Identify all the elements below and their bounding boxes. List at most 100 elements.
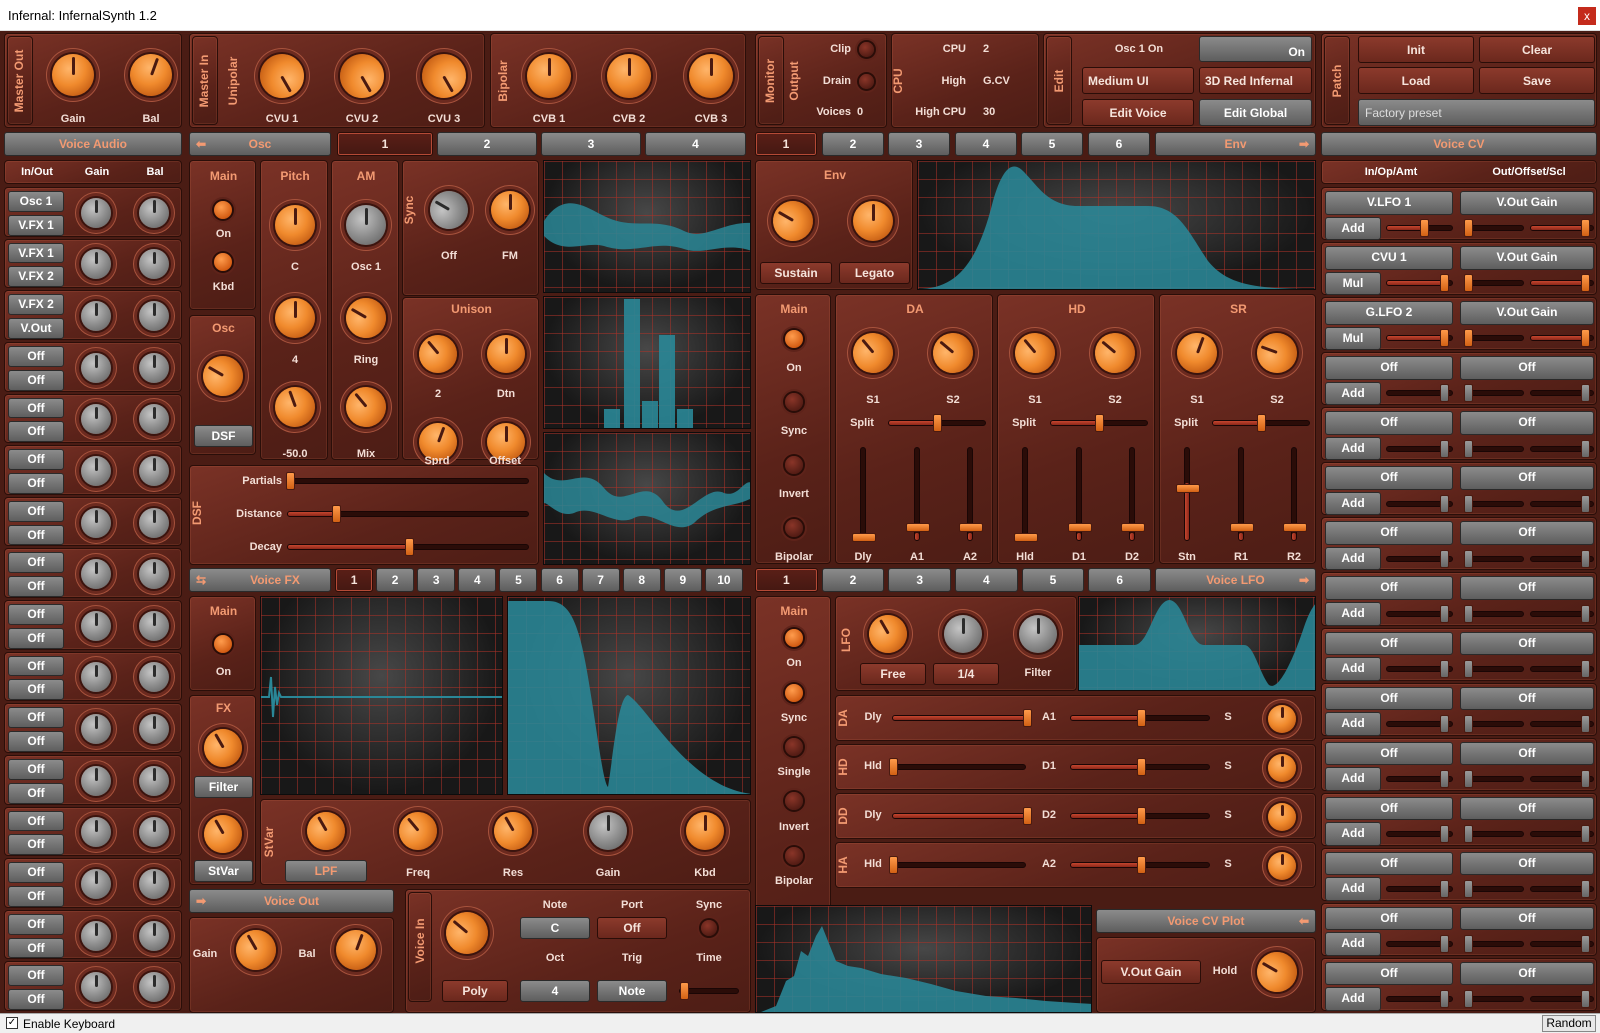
cv-target-select[interactable]: Off bbox=[1460, 356, 1594, 380]
lfo-row-s-knob[interactable] bbox=[1268, 753, 1296, 782]
stvar-freq-knob[interactable] bbox=[391, 804, 445, 858]
voice-lfo-tab-6[interactable]: 6 bbox=[1088, 568, 1151, 592]
da-dly-slider[interactable] bbox=[852, 447, 876, 542]
cv-offset-slider-thumb[interactable] bbox=[1464, 549, 1474, 568]
route-bal-knob[interactable] bbox=[139, 352, 169, 383]
route-select[interactable]: V.FX 2 bbox=[8, 266, 64, 288]
cv-plot-hold-knob[interactable] bbox=[1249, 944, 1305, 1000]
da-split-thumb[interactable] bbox=[933, 414, 942, 432]
cv-op-select[interactable]: Add bbox=[1325, 767, 1381, 791]
da-a2-slider[interactable] bbox=[959, 447, 983, 541]
osc-dsf-button[interactable]: DSF bbox=[194, 425, 253, 447]
cv-source-select[interactable]: Off bbox=[1325, 356, 1453, 380]
cv-scale-slider-thumb[interactable] bbox=[1581, 439, 1591, 458]
route-gain-knob[interactable] bbox=[81, 249, 111, 280]
cv-plot-target-select[interactable]: V.Out Gain bbox=[1101, 960, 1201, 984]
sr-r1-slider[interactable] bbox=[1230, 447, 1254, 541]
voice-fx-tab-4[interactable]: 4 bbox=[458, 568, 497, 592]
lfo-filter-knob[interactable] bbox=[1019, 615, 1057, 653]
cv-offset-slider[interactable] bbox=[1464, 384, 1524, 403]
route-bal-knob[interactable] bbox=[139, 817, 169, 848]
lfo-row-a-slider[interactable] bbox=[889, 855, 1026, 874]
cv-scale-slider-thumb[interactable] bbox=[1581, 384, 1591, 403]
route-gain-knob[interactable] bbox=[81, 352, 111, 383]
da-a1-thumb[interactable] bbox=[906, 523, 930, 532]
cv-offset-slider[interactable] bbox=[1464, 990, 1524, 1009]
route-select[interactable]: Off bbox=[8, 782, 64, 804]
route-bal-knob[interactable] bbox=[139, 455, 169, 486]
cv-scale-slider-thumb[interactable] bbox=[1581, 990, 1591, 1009]
route-select[interactable]: Off bbox=[8, 500, 64, 522]
cv-target-select[interactable]: V.Out Gain bbox=[1460, 246, 1594, 270]
route-select[interactable]: Off bbox=[8, 758, 64, 780]
voice-fx-tab-1[interactable]: 1 bbox=[335, 568, 374, 592]
pitch-oct-knob[interactable] bbox=[275, 298, 315, 338]
cv-offset-slider-thumb[interactable] bbox=[1464, 714, 1474, 733]
port-select[interactable]: Off bbox=[597, 917, 667, 939]
lfo-row-b-thumb[interactable] bbox=[1137, 806, 1146, 825]
hd-d1-slider[interactable] bbox=[1068, 447, 1092, 541]
cv-offset-slider[interactable] bbox=[1464, 935, 1524, 954]
cv-target-select[interactable]: Off bbox=[1460, 906, 1594, 931]
route-select[interactable]: V.FX 1 bbox=[8, 242, 64, 264]
cv-offset-slider-thumb[interactable] bbox=[1464, 329, 1474, 348]
cv-amount-slider-thumb[interactable] bbox=[1439, 274, 1449, 293]
cv-op-select[interactable]: Add bbox=[1325, 932, 1381, 956]
route-gain-knob[interactable] bbox=[81, 817, 111, 848]
route-bal-knob[interactable] bbox=[139, 404, 169, 435]
stvar-kbd-knob[interactable] bbox=[686, 812, 724, 850]
cv-op-select[interactable]: Add bbox=[1325, 436, 1381, 461]
route-select[interactable]: Off bbox=[8, 604, 64, 625]
route-gain-knob[interactable] bbox=[81, 868, 111, 899]
route-select[interactable]: Off bbox=[8, 810, 64, 832]
cv-op-select[interactable]: Mul bbox=[1325, 271, 1381, 296]
cv-source-select[interactable]: Off bbox=[1325, 906, 1453, 931]
sustain-button[interactable]: Sustain bbox=[760, 262, 832, 284]
hd-hld-slider[interactable] bbox=[1014, 447, 1038, 542]
cv-amount-slider-thumb[interactable] bbox=[1439, 769, 1449, 788]
cv-offset-slider-thumb[interactable] bbox=[1464, 880, 1474, 899]
lfo-row-s-knob[interactable] bbox=[1268, 851, 1296, 880]
route-gain-knob[interactable] bbox=[81, 197, 111, 228]
stvar-res-knob[interactable] bbox=[487, 805, 539, 857]
lfo-row-a-slider[interactable] bbox=[892, 708, 1032, 727]
route-select[interactable]: Off bbox=[8, 421, 64, 443]
cv-amount-slider-thumb[interactable] bbox=[1439, 880, 1449, 899]
pitch-cents-knob[interactable] bbox=[269, 381, 321, 433]
cv-scale-slider[interactable] bbox=[1530, 384, 1594, 403]
da-s1-knob[interactable] bbox=[844, 324, 902, 382]
cv-amount-slider[interactable] bbox=[1386, 549, 1453, 568]
env-tab-3[interactable]: 3 bbox=[888, 132, 950, 156]
cv-target-select[interactable]: Off bbox=[1460, 576, 1594, 600]
route-select[interactable]: Off bbox=[8, 862, 64, 883]
cv-amount-slider[interactable] bbox=[1386, 329, 1453, 348]
fx-filter-button[interactable]: Filter bbox=[194, 776, 253, 798]
cv-offset-slider[interactable] bbox=[1464, 219, 1524, 238]
voice-out-bal-knob[interactable] bbox=[330, 924, 382, 976]
voice-lfo-tab-5[interactable]: 5 bbox=[1021, 568, 1085, 592]
clear-button[interactable]: Clear bbox=[1479, 36, 1595, 63]
route-gain-knob[interactable] bbox=[81, 404, 111, 435]
route-select[interactable]: Off bbox=[8, 731, 64, 752]
osc1on-toggle[interactable]: On bbox=[1199, 36, 1312, 62]
voice-fx-tab-10[interactable]: 10 bbox=[704, 568, 743, 592]
cv-scale-slider[interactable] bbox=[1530, 549, 1594, 568]
cv-offset-slider[interactable] bbox=[1464, 659, 1524, 678]
load-button[interactable]: Load bbox=[1358, 67, 1474, 94]
fx-type-knob[interactable] bbox=[197, 722, 249, 774]
decay-thumb[interactable] bbox=[405, 538, 414, 556]
osc-tab-1[interactable]: 1 bbox=[337, 132, 433, 156]
cv-scale-slider-thumb[interactable] bbox=[1581, 769, 1591, 788]
voice-out-gain-knob[interactable] bbox=[228, 922, 284, 978]
edit-voice-button[interactable]: Edit Voice bbox=[1082, 99, 1194, 126]
da-dly-thumb[interactable] bbox=[852, 533, 876, 542]
hd-split-thumb[interactable] bbox=[1095, 414, 1104, 432]
cv-amount-slider-thumb[interactable] bbox=[1439, 384, 1449, 403]
lfo-row-b-thumb[interactable] bbox=[1137, 708, 1146, 727]
unison-dtn-knob[interactable] bbox=[487, 335, 525, 373]
route-bal-knob[interactable] bbox=[139, 972, 169, 1003]
route-select[interactable]: V.FX 2 bbox=[8, 294, 64, 316]
cv-source-select[interactable]: G.LFO 2 bbox=[1325, 301, 1453, 325]
route-select[interactable]: Off bbox=[8, 937, 64, 959]
voice-fx-tab-6[interactable]: 6 bbox=[540, 568, 579, 592]
